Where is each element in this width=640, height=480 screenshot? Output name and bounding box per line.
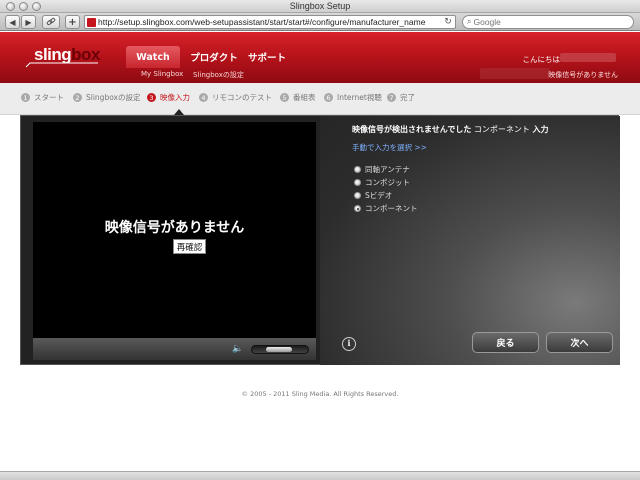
info-icon[interactable]: i (342, 337, 356, 351)
step-number: 2 (73, 93, 82, 102)
option-label: コンポジット (365, 178, 410, 187)
volume-slider-handle[interactable] (266, 347, 292, 352)
link-button[interactable] (42, 15, 60, 29)
greeting-text: こんにちは (522, 55, 561, 64)
speaker-icon[interactable]: 🔈 (232, 344, 243, 354)
search-icon: ⌕ (467, 17, 472, 26)
nav-tab-support[interactable]: サポート (248, 46, 286, 68)
window-title: Slingbox Setup (289, 1, 351, 11)
step-start: 1 スタート (21, 92, 64, 103)
step-slingbox-settings: 2 Slingboxの設定 (73, 92, 141, 103)
device-name-redacted (480, 68, 550, 79)
option-label: 同軸アンテナ (365, 165, 410, 174)
step-video-input: 3 映像入力 (147, 92, 190, 103)
step-label: 映像入力 (160, 93, 190, 102)
back-button[interactable]: ◀ (5, 15, 20, 29)
no-signal-message: 映像信号がありません (104, 220, 245, 236)
subnav: My Slingbox Slingboxの設定 映像信号がありません (0, 66, 640, 83)
step-number: 3 (147, 93, 156, 102)
step-number: 4 (199, 93, 208, 102)
browser-status-bar (0, 471, 640, 480)
step-label: 番組表 (293, 93, 316, 102)
plus-icon: + (68, 16, 77, 28)
option-label: Sビデオ (365, 191, 393, 200)
back-step-button[interactable]: 戻る (472, 332, 539, 353)
back-icon: ◀ (9, 17, 16, 27)
url-text: http://setup.slingbox.com/web-setupassis… (98, 17, 426, 27)
step-number: 7 (387, 93, 396, 102)
volume-slider[interactable] (251, 345, 309, 354)
address-bar[interactable]: http://setup.slingbox.com/web-setupassis… (84, 15, 456, 29)
forward-icon: ▶ (25, 17, 32, 27)
step-number: 6 (324, 93, 333, 102)
site-favicon-icon (87, 17, 96, 27)
username-redacted (560, 53, 616, 62)
reload-icon[interactable]: ↻ (443, 17, 453, 27)
step-label: Slingboxの設定 (86, 93, 141, 102)
step-label: 完了 (400, 93, 415, 102)
step-number: 5 (280, 93, 289, 102)
slingbox-logo[interactable]: slingbox (24, 44, 100, 68)
search-input[interactable] (473, 17, 614, 27)
nav-tab-products[interactable]: プロダクト (190, 46, 238, 68)
recheck-button[interactable]: 再確認 (173, 239, 206, 254)
signal-status-text: 映像信号がありません (548, 71, 618, 79)
manual-select-link[interactable]: 手動で入力を選択 >> (352, 142, 427, 153)
option-composite[interactable]: コンポジット (354, 177, 410, 188)
step-number: 1 (21, 93, 30, 102)
option-s-video[interactable]: Sビデオ (354, 190, 392, 201)
input-selection-panel: 映像信号が検出されませんでした コンポーネント 入力 手動で入力を選択 >> 同… (320, 116, 620, 365)
step-complete: 7 完了 (387, 92, 415, 103)
video-preview: 映像信号がありません 再確認 (33, 122, 316, 338)
option-label: コンポーネント (365, 204, 418, 213)
link-icon (46, 17, 56, 26)
title-prefix: 映像信号が検出されませんでした (352, 125, 472, 134)
player-control-bar: 🔈 (33, 338, 316, 360)
subnav-my-slingbox[interactable]: My Slingbox (141, 70, 183, 78)
next-step-button[interactable]: 次へ (546, 332, 613, 353)
setup-steps: 1 スタート 2 Slingboxの設定 3 映像入力 4 リモコンのテスト 5… (0, 83, 640, 115)
add-bookmark-button[interactable]: + (65, 15, 80, 29)
option-coaxial[interactable]: 同軸アンテナ (354, 164, 410, 175)
window-titlebar: Slingbox Setup (0, 0, 640, 13)
step-label: Internet視聴 (337, 93, 382, 102)
step-label: リモコンのテスト (212, 93, 272, 102)
forward-button[interactable]: ▶ (21, 15, 36, 29)
title-source: コンポーネント (473, 125, 530, 134)
input-panel-title: 映像信号が検出されませんでした コンポーネント 入力 (352, 124, 548, 135)
nav-tab-watch[interactable]: Watch (126, 46, 180, 68)
radio-button[interactable] (354, 166, 361, 173)
step-internet-viewing: 6 Internet視聴 (324, 92, 382, 103)
search-bar[interactable]: ⌕ (462, 15, 634, 29)
setup-panel: 映像信号がありません 再確認 🔈 映像信号が検出されませんでした コンポーネント… (20, 115, 620, 365)
subnav-slingbox-settings[interactable]: Slingboxの設定 (193, 70, 244, 80)
radio-button[interactable] (354, 192, 361, 199)
copyright-footer: © 2005 - 2011 Sling Media. All Rights Re… (241, 390, 399, 398)
step-label: スタート (34, 93, 64, 102)
option-component[interactable]: コンポーネント (354, 203, 418, 214)
browser-toolbar: ◀ ▶ + http://setup.slingbox.com/web-setu… (0, 13, 640, 31)
title-suffix: 入力 (532, 125, 549, 134)
step-program-guide: 5 番組表 (280, 92, 316, 103)
radio-button[interactable] (354, 179, 361, 186)
step-remote-test: 4 リモコンのテスト (199, 92, 272, 103)
radio-button-selected[interactable] (354, 205, 361, 212)
